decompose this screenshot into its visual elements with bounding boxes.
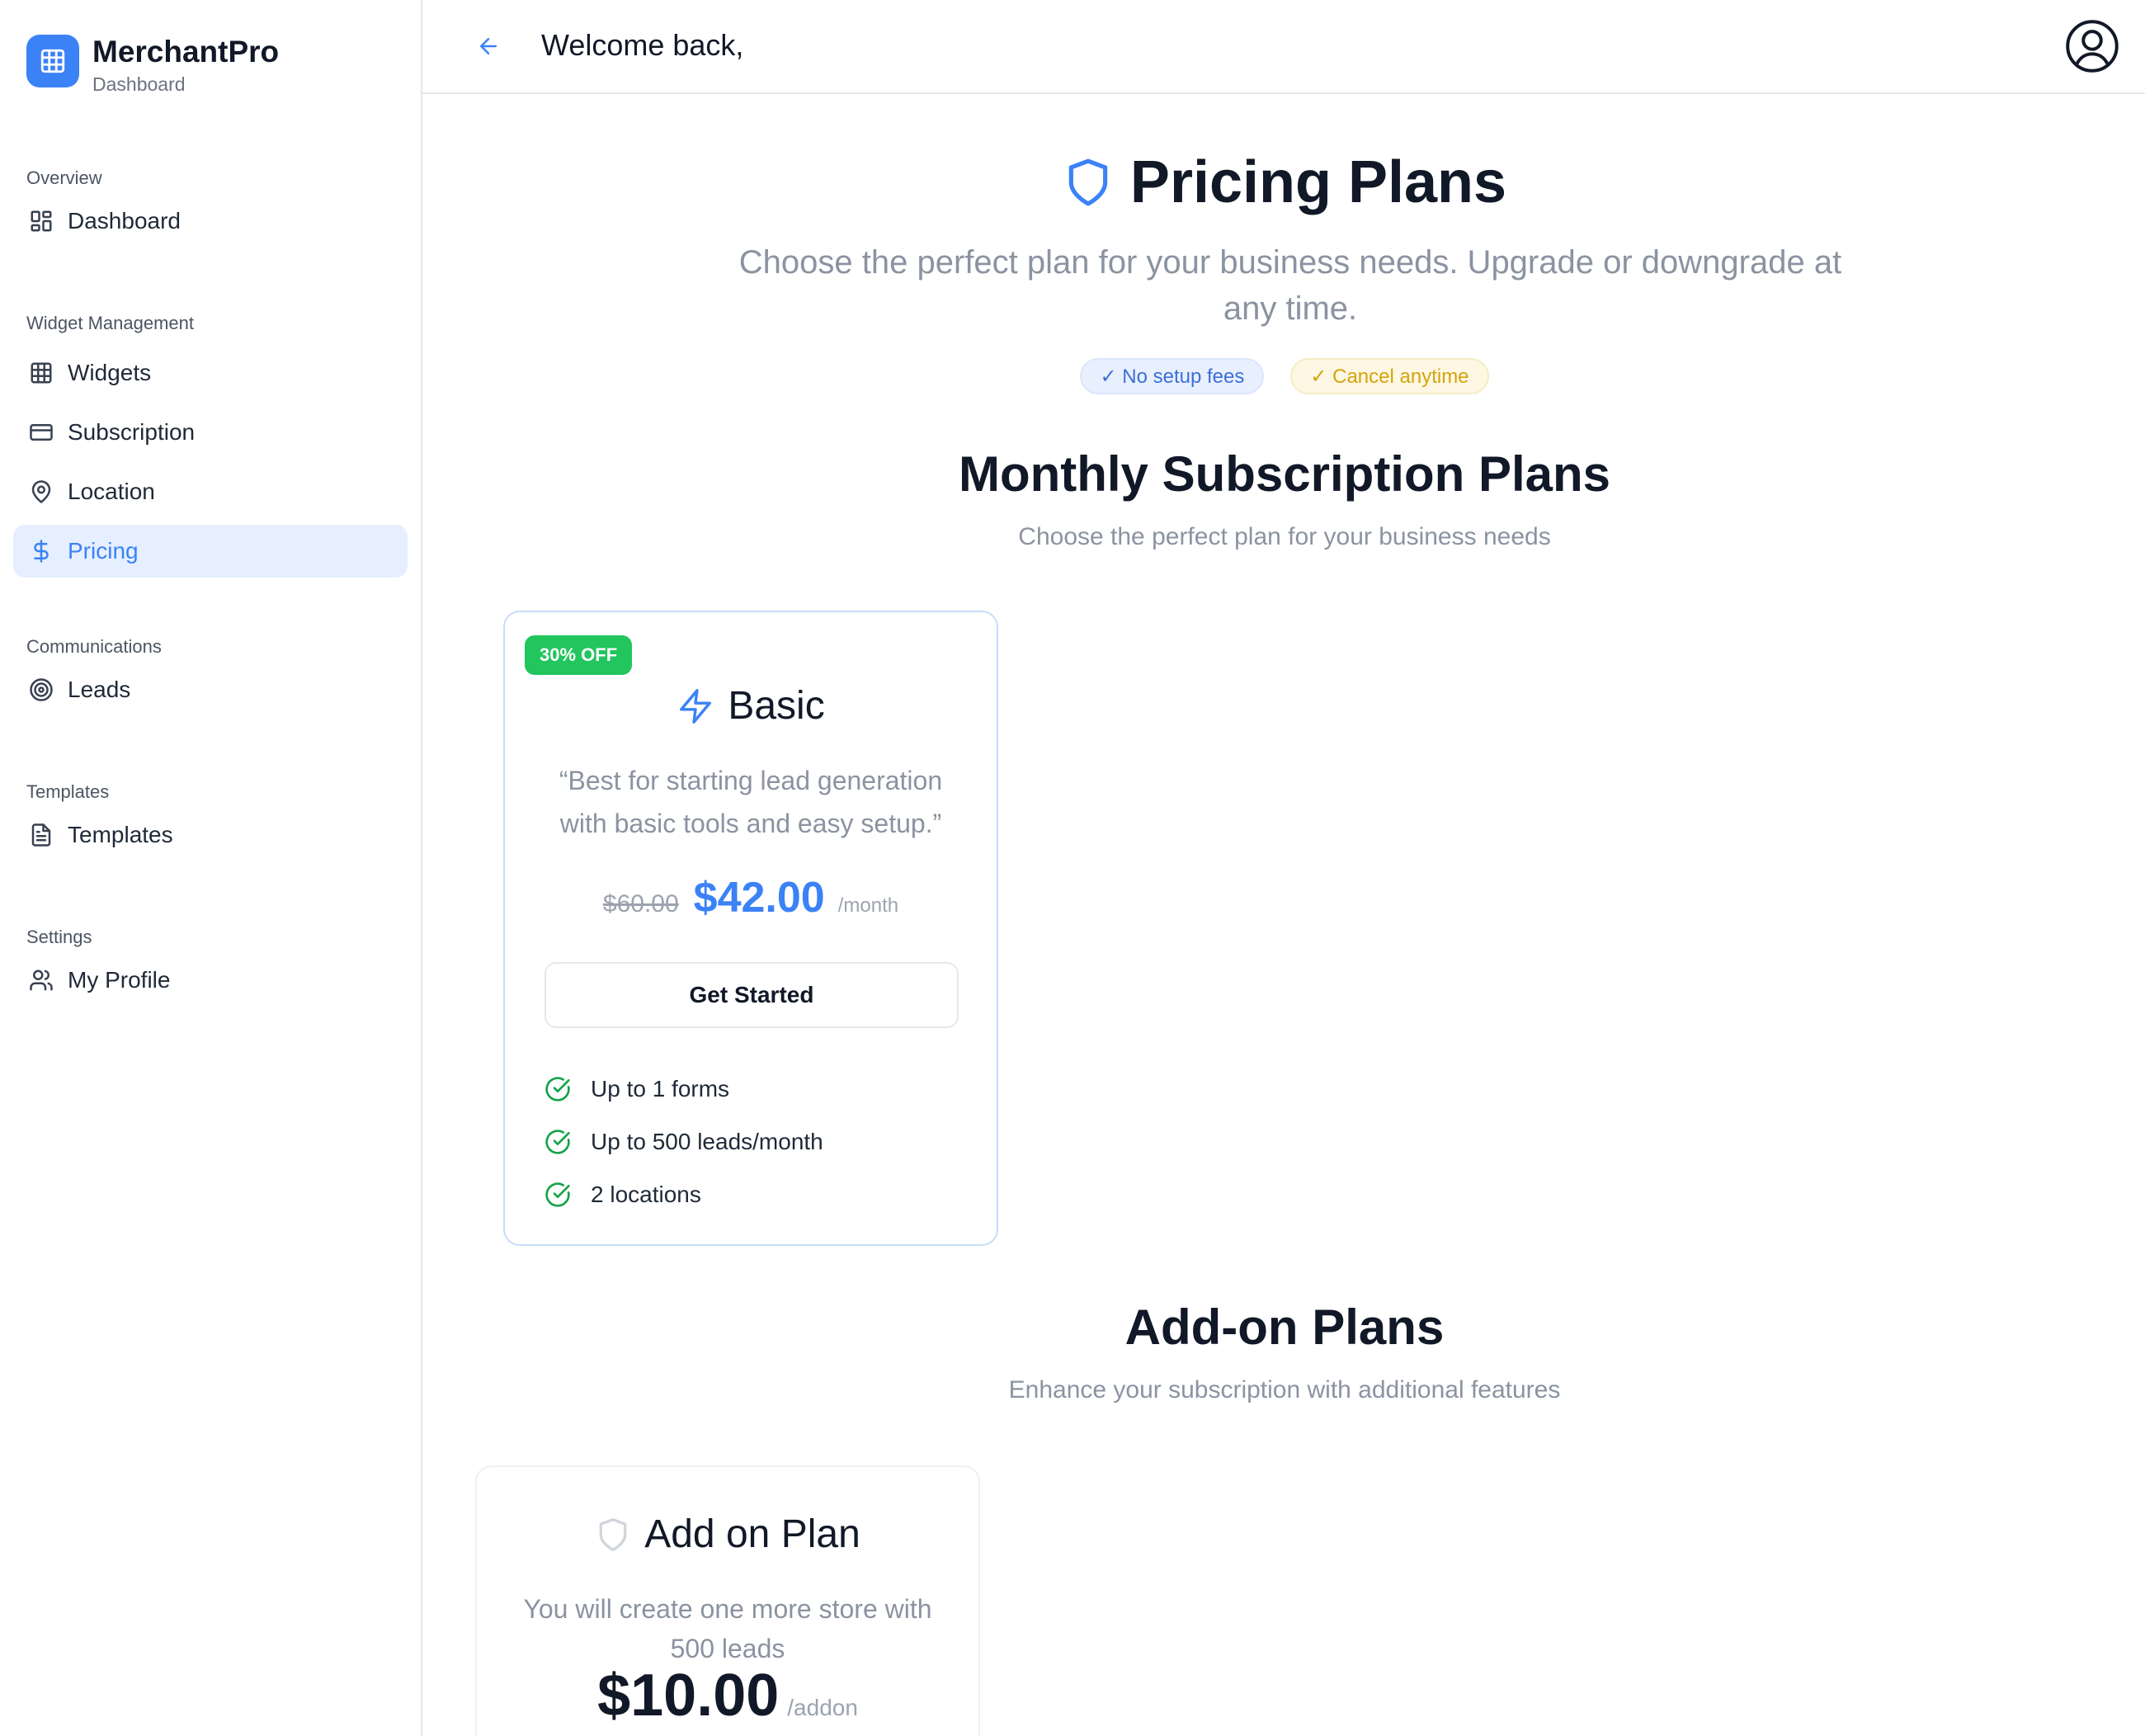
dollar-sign-icon [28, 538, 54, 564]
check-circle-icon [545, 1130, 570, 1154]
nav-heading: Settings [26, 927, 92, 947]
page-title: Pricing Plans [424, 149, 2145, 216]
sidebar-item-label: Pricing [68, 538, 139, 564]
sidebar-item-label: Dashboard [68, 208, 181, 234]
sidebar-item-label: Leads [68, 677, 131, 702]
sidebar-item-label: My Profile [68, 967, 171, 993]
nav-heading: Templates [26, 781, 110, 802]
page-title-text: Pricing Plans [1129, 149, 1507, 215]
monthly-plans-subtitle: Choose the perfect plan for your busines… [1018, 523, 1551, 550]
credit-card-icon [28, 419, 54, 446]
discounted-price: $42.00 [693, 874, 825, 922]
sidebar: MerchantPro Dashboard Overview Dashboard… [0, 0, 422, 1736]
plan-card-basic: 30% OFF Basic “Best for starting lead ge… [503, 611, 998, 1246]
sidebar-item-leads[interactable]: Leads [13, 663, 408, 716]
file-text-icon [28, 822, 54, 848]
sidebar-item-widgets[interactable]: Widgets [13, 347, 408, 399]
addon-price-row: $10.00 /addon [477, 1662, 978, 1729]
brand[interactable]: MerchantPro Dashboard [26, 35, 279, 97]
sidebar-item-dashboard[interactable]: Dashboard [13, 195, 408, 248]
addon-card: Add on Plan You will create one more sto… [475, 1465, 980, 1736]
main-content: Pricing Plans Choose the perfect plan fo… [424, 96, 2145, 1736]
addon-billing-period: /addon [787, 1695, 858, 1720]
nav-heading: Widget Management [26, 313, 194, 333]
brand-subtitle: Dashboard [92, 73, 186, 95]
sidebar-item-my-profile[interactable]: My Profile [13, 954, 408, 1007]
billing-period: /month [837, 894, 899, 917]
top-header: Welcome back, [422, 0, 2145, 94]
shield-icon [1068, 158, 1108, 206]
plan-description: “Best for starting lead generation with … [559, 766, 943, 838]
feature-label: Up to 1 forms [591, 1076, 730, 1102]
original-price: $60.00 [602, 890, 679, 918]
addon-name: Add on Plan [644, 1512, 860, 1556]
map-pin-icon [28, 479, 54, 505]
nav-section-templates: Templates Templates [0, 776, 422, 861]
feature-label: 2 locations [591, 1182, 701, 1207]
nav-section-overview: Overview Dashboard [0, 162, 422, 248]
nav-section-communications: Communications Leads [0, 630, 422, 716]
feature-item: Up to 500 leads/month [544, 1116, 823, 1168]
sidebar-item-label: Templates [68, 822, 173, 847]
target-icon [28, 677, 54, 703]
grid-icon [28, 360, 54, 386]
grid-icon [40, 49, 65, 73]
cancel-anytime-badge: ✓ Cancel anytime [1290, 358, 1489, 394]
brand-name: MerchantPro [92, 35, 280, 68]
sidebar-item-label: Subscription [68, 419, 196, 445]
feature-badges: ✓ No setup fees ✓ Cancel anytime [424, 358, 2145, 394]
monthly-plans-title: Monthly Subscription Plans [958, 446, 1611, 502]
page-subtitle: Choose the perfect plan for your busines… [738, 244, 1842, 327]
get-started-button[interactable]: Get Started [544, 962, 959, 1028]
welcome-text: Welcome back, [541, 28, 744, 62]
sidebar-item-location[interactable]: Location [13, 465, 408, 518]
no-setup-fees-badge: ✓ No setup fees [1080, 358, 1265, 394]
user-circle-icon [2066, 20, 2119, 73]
feature-item: 2 locations [544, 1168, 823, 1221]
sidebar-item-label: Widgets [68, 360, 152, 385]
plan-header: Basic [505, 683, 997, 729]
nav-section-settings: Settings My Profile [0, 921, 422, 1007]
shield-icon [599, 1517, 627, 1551]
addon-description: You will create one more store with 500 … [523, 1594, 932, 1663]
layout-dashboard-icon [28, 208, 54, 234]
sidebar-item-pricing[interactable]: Pricing [13, 525, 408, 578]
nav-section-widget-management: Widget Management Widgets Subscription L… [0, 307, 422, 578]
users-icon [28, 967, 54, 993]
feature-item: Up to 1 forms [544, 1063, 823, 1116]
nav-heading: Overview [26, 167, 102, 188]
addon-price: $10.00 [597, 1663, 780, 1729]
nav-heading: Communications [26, 636, 162, 657]
price-row: $60.00 $42.00 /month [505, 873, 997, 922]
zap-icon [680, 688, 712, 724]
check-circle-icon [545, 1182, 570, 1207]
addon-header: Add on Plan [477, 1512, 978, 1557]
sidebar-item-subscription[interactable]: Subscription [13, 406, 408, 459]
feature-label: Up to 500 leads/month [591, 1129, 823, 1154]
discount-badge: 30% OFF [525, 635, 633, 675]
user-avatar-button[interactable] [2064, 18, 2120, 74]
addon-plans-title: Add-on Plans [1124, 1300, 1445, 1355]
addon-plans-subtitle: Enhance your subscription with additiona… [1008, 1376, 1561, 1403]
back-button[interactable] [472, 30, 505, 63]
feature-list: Up to 1 forms Up to 500 leads/month 2 lo… [544, 1063, 823, 1221]
plan-name: Basic [728, 684, 825, 728]
brand-logo [26, 35, 79, 87]
sidebar-item-label: Location [68, 479, 155, 504]
sidebar-item-templates[interactable]: Templates [13, 809, 408, 861]
arrow-left-icon [480, 38, 497, 54]
check-circle-icon [545, 1077, 570, 1102]
